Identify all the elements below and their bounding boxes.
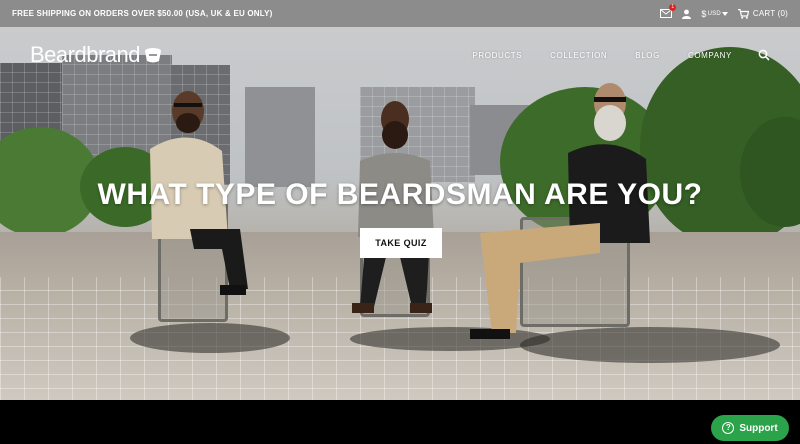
account-button[interactable] xyxy=(682,9,692,19)
notification-badge: 1 xyxy=(669,4,677,11)
nav-menu: PRODUCTS COLLECTION BLOG COMPANY xyxy=(444,49,770,61)
free-shipping-text: FREE SHIPPING ON ORDERS OVER $50.00 (USA… xyxy=(12,9,273,18)
support-label: Support xyxy=(739,422,778,434)
announcement-bar: FREE SHIPPING ON ORDERS OVER $50.00 (USA… xyxy=(0,0,800,27)
currency-selector[interactable]: $ USD xyxy=(701,9,728,19)
nav-item-products[interactable]: PRODUCTS xyxy=(472,51,522,60)
logo-text: Beardbrand xyxy=(30,42,140,67)
hero-headline: WHAT TYPE OF BEARDSMAN ARE YOU? xyxy=(97,178,703,211)
help-icon: ? xyxy=(722,422,735,434)
mail-icon: 1 xyxy=(660,4,677,18)
currency-code: USD xyxy=(707,10,721,17)
nav-item-company[interactable]: COMPANY xyxy=(688,51,732,60)
chair-shadow xyxy=(130,323,290,353)
nav-item-blog[interactable]: BLOG xyxy=(635,51,660,60)
support-button[interactable]: ? Support xyxy=(711,415,789,441)
brand-logo[interactable]: Beardbrand xyxy=(30,42,162,68)
notifications-button[interactable]: 1 xyxy=(660,4,677,18)
user-icon xyxy=(682,9,692,19)
logo-mug-icon xyxy=(144,48,161,63)
cart-icon xyxy=(737,8,749,19)
take-quiz-button[interactable]: TAKE QUIZ xyxy=(360,228,442,258)
page-bottom-band xyxy=(0,400,800,444)
cart-button[interactable]: CART (0) xyxy=(737,8,788,19)
search-icon[interactable] xyxy=(758,49,770,61)
nav-item-collection[interactable]: COLLECTION xyxy=(550,51,607,60)
utility-links: 1 $ USD CART (0) xyxy=(660,4,788,19)
chevron-down-icon xyxy=(721,11,728,16)
cart-label: CART (0) xyxy=(752,9,788,18)
main-nav: Beardbrand PRODUCTS COLLECTION BLOG COMP… xyxy=(0,27,800,83)
currency-symbol: $ xyxy=(701,8,707,19)
